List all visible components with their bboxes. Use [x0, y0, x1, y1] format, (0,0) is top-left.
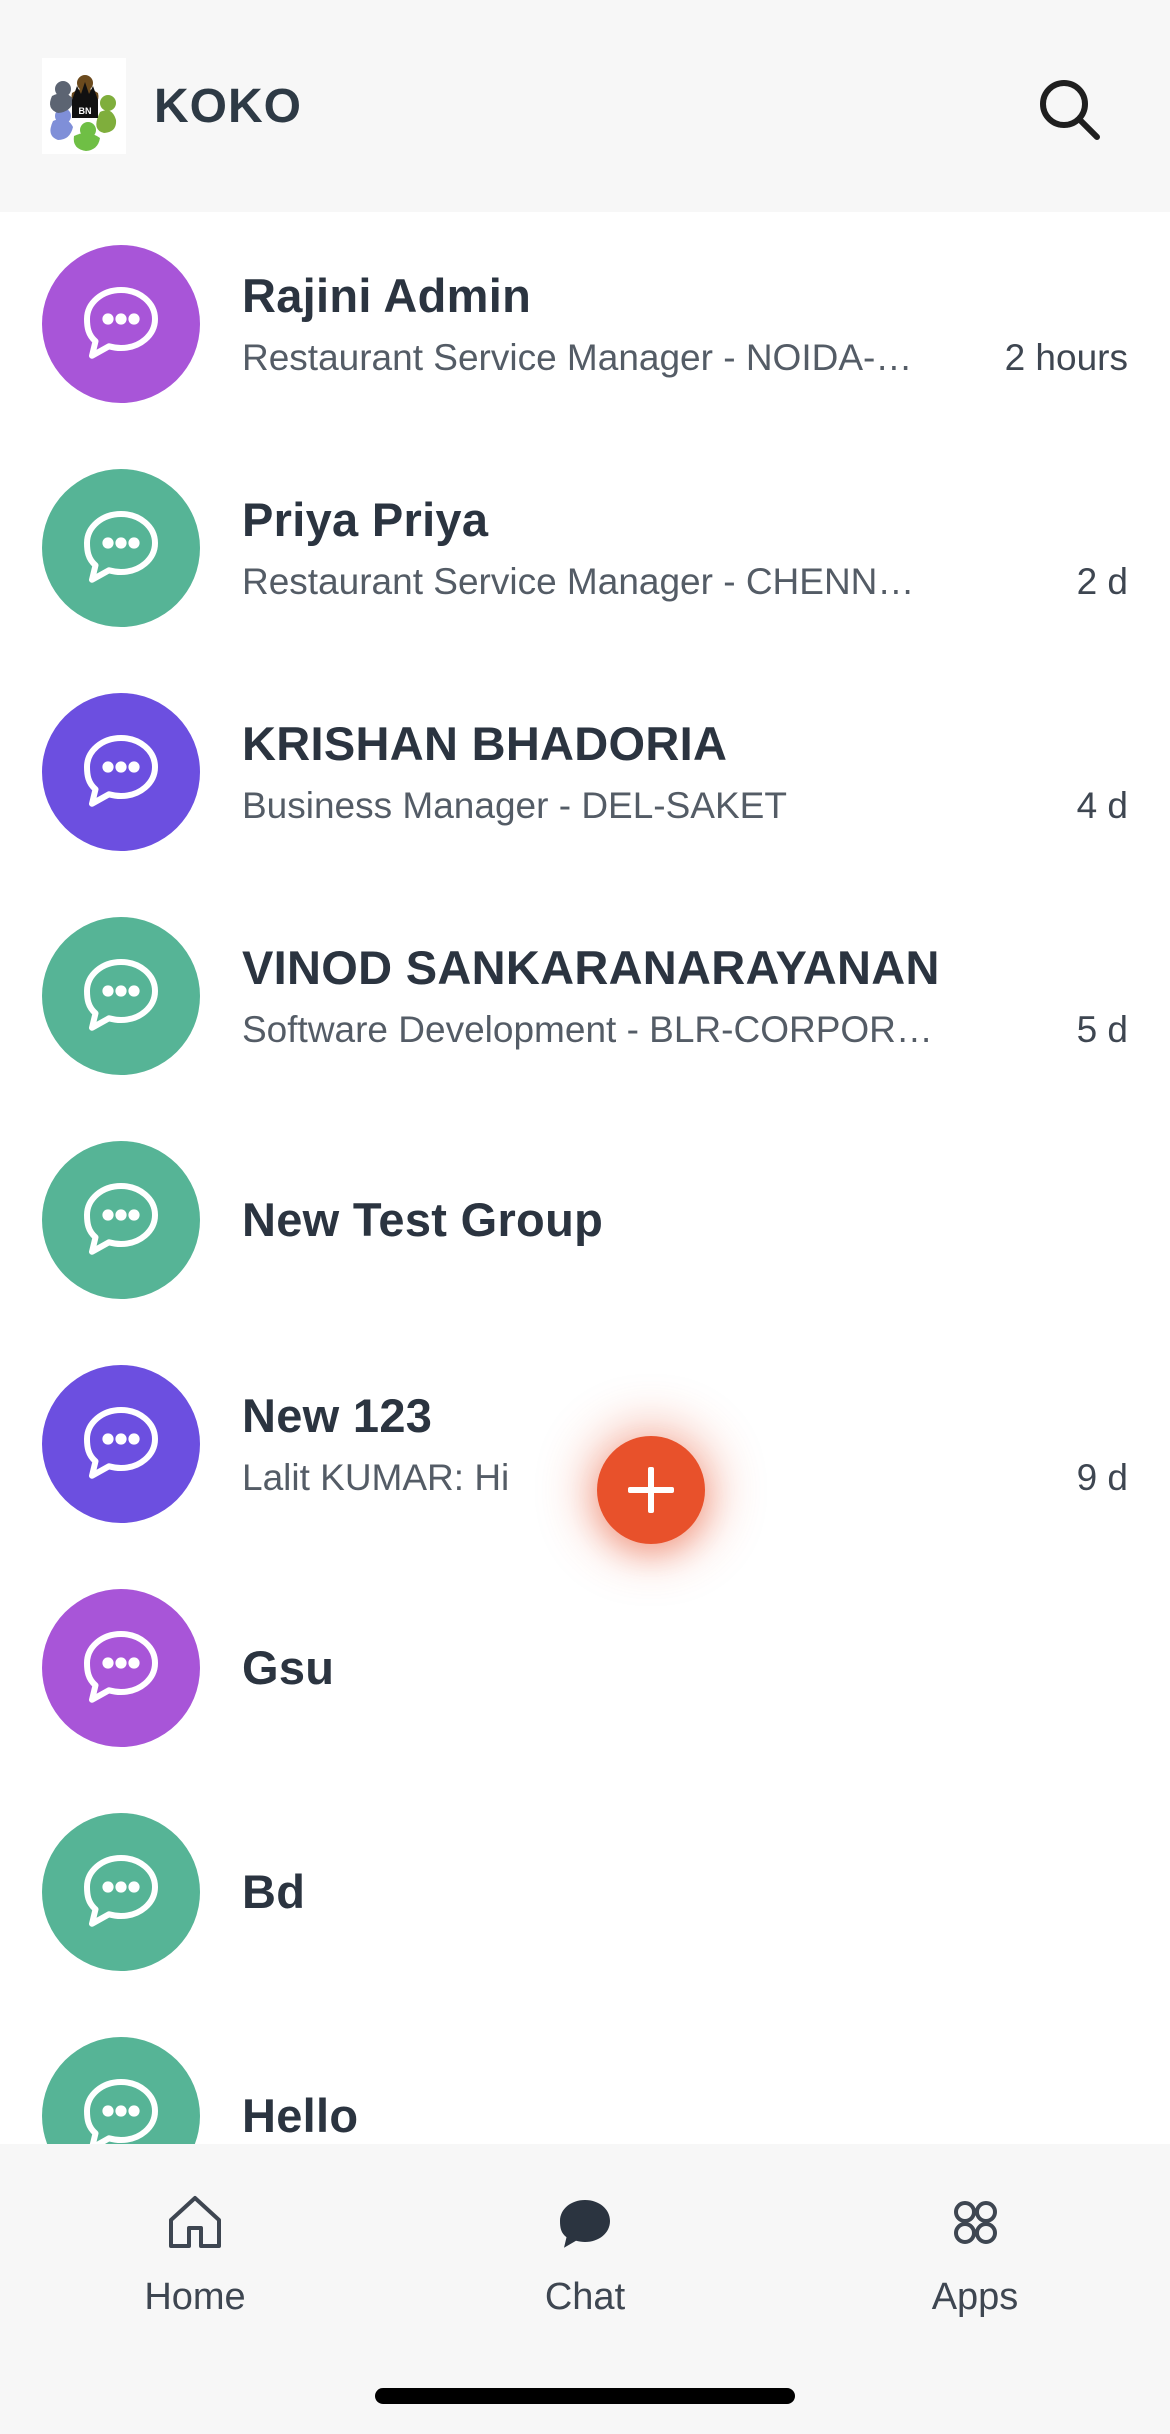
chat-item-body: KRISHAN BHADORIA Business Manager - DEL-… [242, 717, 1128, 827]
chat-item-name: Gsu [242, 1640, 335, 1694]
chat-item-body: VINOD SANKARANARAYANAN Software Developm… [242, 941, 1128, 1051]
app-title: KOKO [154, 79, 302, 133]
avatar [42, 2037, 200, 2144]
brand: BN KOKO [42, 58, 302, 154]
chat-item-subline: Software Development - BLR-CORPOR… 5 d [242, 1009, 1128, 1051]
chat-list-item[interactable]: New Test Group [0, 1108, 1170, 1332]
chat-list[interactable]: Rajini Admin Restaurant Service Manager … [0, 212, 1170, 2144]
chat-item-body: Priya Priya Restaurant Service Manager -… [242, 493, 1128, 603]
chat-bubble-icon [84, 959, 158, 1031]
chat-item-body: New Test Group [242, 1193, 1128, 1247]
chat-bubble-icon [84, 287, 158, 359]
avatar [42, 1365, 200, 1523]
chat-item-subtitle: Software Development - BLR-CORPOR… [242, 1009, 933, 1051]
chat-list-item[interactable]: VINOD SANKARANARAYANAN Software Developm… [0, 884, 1170, 1108]
svg-text:BN: BN [79, 106, 92, 116]
chat-item-time: 4 d [1076, 785, 1128, 827]
avatar [42, 1813, 200, 1971]
chat-item-time: 5 d [1076, 1009, 1128, 1051]
chat-bubble-icon [84, 1183, 158, 1255]
avatar [42, 1141, 200, 1299]
nav-label-chat: Chat [544, 2276, 626, 2318]
chat-item-name: VINOD SANKARANARAYANAN [242, 940, 940, 994]
chat-item-body: Hello [242, 2089, 1128, 2143]
avatar [42, 469, 200, 627]
chat-bubble-icon [84, 1855, 158, 1927]
chat-item-name: New 123 [242, 1388, 433, 1442]
chat-bubble-icon [84, 1407, 158, 1479]
home-indicator [375, 2388, 795, 2404]
chat-list-item[interactable]: KRISHAN BHADORIA Business Manager - DEL-… [0, 660, 1170, 884]
chat-bubble-icon [84, 2079, 158, 2144]
avatar [42, 245, 200, 403]
koko-logo: BN [42, 58, 126, 154]
chat-item-subtitle: Business Manager - DEL-SAKET [242, 785, 787, 827]
chat-item-body: Gsu [242, 1641, 1128, 1695]
chat-item-name: Rajini Admin [242, 268, 532, 322]
chat-list-item[interactable]: Bd [0, 1780, 1170, 2004]
chat-list-item[interactable]: Priya Priya Restaurant Service Manager -… [0, 436, 1170, 660]
chat-bubble-icon [84, 735, 158, 807]
chat-item-time: 2 hours [1004, 337, 1128, 379]
chat-bubble-filled-icon [553, 2186, 617, 2258]
chat-item-body: Rajini Admin Restaurant Service Manager … [242, 269, 1128, 379]
chat-item-name: New Test Group [242, 1192, 604, 1246]
new-chat-fab[interactable] [597, 1436, 705, 1544]
chat-item-time: 9 d [1076, 1457, 1128, 1499]
avatar [42, 693, 200, 851]
nav-item-chat[interactable]: Chat [445, 2186, 725, 2319]
avatar [42, 917, 200, 1075]
chat-item-body: Bd [242, 1865, 1128, 1919]
chat-item-name: Hello [242, 2088, 359, 2142]
home-icon [163, 2186, 227, 2258]
chat-list-item[interactable]: Gsu [0, 1556, 1170, 1780]
nav-label-home: Home [144, 2276, 246, 2318]
chat-item-name: KRISHAN BHADORIA [242, 716, 728, 770]
plus-icon [628, 1467, 674, 1513]
chat-list-item[interactable]: Hello [0, 2004, 1170, 2144]
chat-list-item[interactable]: Rajini Admin Restaurant Service Manager … [0, 212, 1170, 436]
nav-label-apps: Apps [931, 2276, 1019, 2318]
chat-list-item[interactable]: New 123 Lalit KUMAR: Hi 9 d [0, 1332, 1170, 1556]
chat-bubble-icon [84, 1631, 158, 1703]
nav-item-home[interactable]: Home [55, 2186, 335, 2319]
avatar [42, 1589, 200, 1747]
app-header: BN KOKO [0, 0, 1170, 212]
koko-logo-icon: BN [42, 58, 126, 154]
search-button[interactable] [1028, 68, 1112, 152]
chat-item-subline: Restaurant Service Manager - NOIDA-… 2 h… [242, 337, 1128, 379]
chat-item-subline: Restaurant Service Manager - CHENN… 2 d [242, 561, 1128, 603]
chat-item-name: Priya Priya [242, 492, 489, 546]
chat-item-subtitle: Restaurant Service Manager - NOIDA-… [242, 337, 913, 379]
chat-item-name: Bd [242, 1864, 306, 1918]
apps-grid-icon [943, 2186, 1007, 2258]
nav-item-apps[interactable]: Apps [835, 2186, 1115, 2319]
search-icon [1040, 80, 1100, 140]
chat-item-subline: Business Manager - DEL-SAKET 4 d [242, 785, 1128, 827]
chat-item-time: 2 d [1076, 561, 1128, 603]
app-screen: BN KOKO Rajini Admin Restaurant Service … [0, 0, 1170, 2434]
chat-bubble-icon [84, 511, 158, 583]
chat-item-subtitle: Restaurant Service Manager - CHENN… [242, 561, 915, 603]
